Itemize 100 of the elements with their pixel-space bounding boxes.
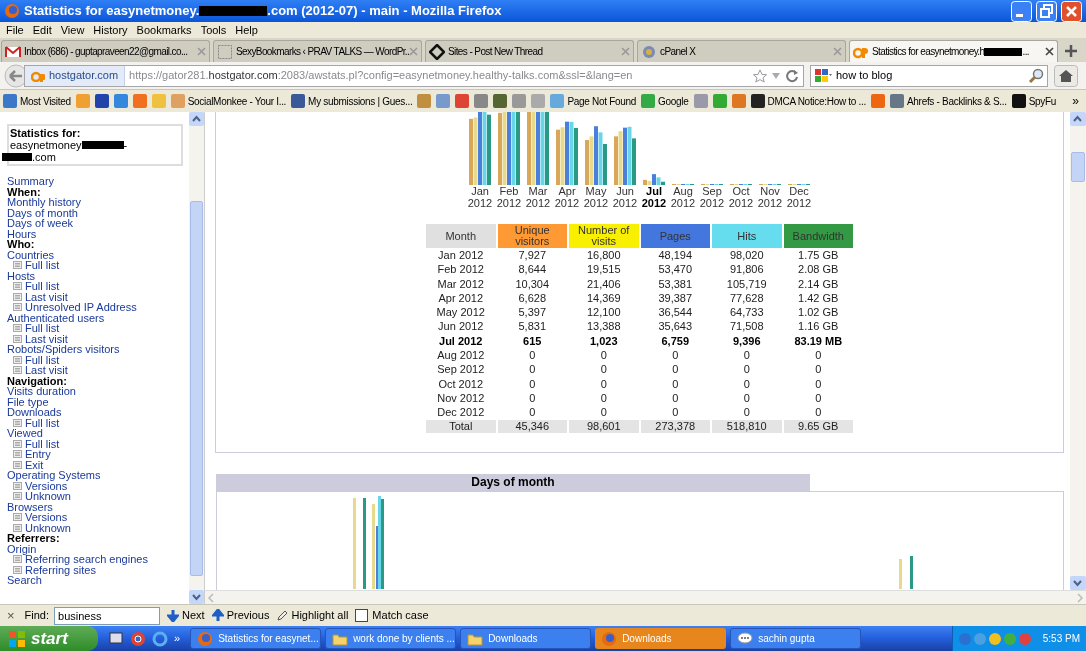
bookmark-item[interactable]: Google	[641, 93, 689, 109]
table-cell: 45,346	[497, 419, 567, 433]
nav-link[interactable]: Summary	[7, 176, 189, 187]
taskbar-button[interactable]: Downloads	[460, 628, 592, 649]
scroll-up-button[interactable]	[189, 112, 204, 126]
list-icon	[13, 481, 22, 490]
search-field[interactable]: how to blog	[810, 64, 1048, 87]
scroll-down-button[interactable]	[1070, 576, 1086, 590]
nav-link[interactable]: Downloads	[7, 407, 189, 418]
nav-link[interactable]: Unresolved IP Address	[25, 302, 137, 313]
find-next-button[interactable]: Next	[167, 607, 205, 624]
nav-link[interactable]: Versions	[25, 480, 68, 491]
nav-link[interactable]: Origin	[7, 543, 189, 554]
browser-tab[interactable]: Inbox (686) - guptapraveen22@gmail.co...	[1, 40, 210, 62]
nav-link[interactable]: Search	[7, 575, 189, 586]
tray-icon[interactable]	[1019, 632, 1031, 645]
taskbar-button[interactable]: Statistics for easynet...	[190, 628, 322, 649]
menu-item[interactable]: Bookmarks	[132, 21, 196, 39]
nav-link[interactable]: Referring sites	[25, 564, 96, 575]
nav-link[interactable]: Operating Systems	[7, 470, 189, 481]
checkbox-label[interactable]: Match case	[372, 607, 429, 624]
nav-link[interactable]: Versions	[25, 512, 68, 523]
nav-link[interactable]: Last visit	[25, 365, 68, 376]
nav-link[interactable]: Full list	[25, 354, 60, 365]
find-previous-button[interactable]: Previous	[211, 607, 270, 624]
browser-icon[interactable]	[152, 630, 168, 647]
menu-item[interactable]: History	[89, 21, 132, 39]
restore-button[interactable]	[1036, 0, 1057, 22]
scrollbar-thumb[interactable]	[190, 201, 203, 576]
desktop-icon[interactable]	[108, 630, 124, 647]
nav-link[interactable]: Full list	[25, 260, 60, 271]
taskbar-button[interactable]: sachin gupta	[730, 628, 862, 649]
bookmark-item[interactable]: SocialMonkee - Your I...	[170, 93, 287, 109]
nav-link[interactable]: Robots/Spiders visitors	[7, 344, 189, 355]
menu-item[interactable]: Help	[231, 21, 262, 39]
bookmark-item[interactable]: My submissions | Gues...	[291, 93, 413, 109]
scrollbar-thumb[interactable]	[1071, 152, 1085, 182]
nav-link[interactable]: Authenticated users	[7, 312, 189, 323]
bookmark-icon[interactable]	[474, 94, 489, 108]
taskbar-button[interactable]: work done by clients ...	[325, 628, 457, 649]
find-highlight-button[interactable]: Highlight all	[276, 607, 349, 624]
nav-link[interactable]: Exit	[25, 459, 44, 470]
nav-link[interactable]: Entry	[25, 449, 51, 460]
bookmark-icon[interactable]	[455, 94, 470, 108]
nav-link[interactable]: Browsers	[7, 501, 189, 512]
table-cell-text: 0	[599, 376, 608, 391]
more-bookmarks-button[interactable]: »	[1068, 92, 1083, 110]
close-button[interactable]	[1061, 0, 1082, 22]
menu-item[interactable]: View	[56, 21, 89, 39]
bookmark-icon[interactable]	[94, 94, 109, 108]
browser-tab[interactable]: SexyBookmarks ‹ PRAV TALKS — WordPr...	[213, 40, 422, 62]
nav-link[interactable]: Last visit	[25, 333, 68, 344]
close-button[interactable]: ×	[6, 605, 16, 626]
dropdown-icon[interactable]	[771, 71, 781, 80]
browser-tab[interactable]: cPanel X	[637, 40, 846, 62]
minimize-button[interactable]	[1011, 0, 1032, 22]
nav-link[interactable]: Hours	[7, 228, 189, 239]
nav-link[interactable]: Hosts	[7, 270, 189, 281]
home-button[interactable]	[1054, 64, 1078, 87]
bookmark-item[interactable]: SpyFu	[1011, 93, 1057, 109]
nav-link[interactable]: Unknown	[25, 491, 71, 502]
reload-icon[interactable]	[785, 68, 799, 83]
menu-item[interactable]: Edit	[28, 21, 56, 39]
nav-link[interactable]: Countries	[7, 249, 189, 260]
nav-link[interactable]: Viewed	[7, 428, 189, 439]
address-bar[interactable]: hostgator.com https://gator281.hostgator.com:2083/awstats.pl?config=easynetmoney.healthy-talks.com&ssl=&lang=en	[24, 64, 804, 87]
tray-icon[interactable]	[989, 632, 1001, 645]
nav-link[interactable]: Monthly history	[7, 197, 189, 208]
nav-link[interactable]: Visits duration	[7, 386, 189, 397]
scroll-down-button[interactable]	[189, 590, 204, 604]
browser-tab[interactable]: Statistics for easynetmoney.h ...	[849, 40, 1058, 62]
menu-item[interactable]: File	[2, 21, 28, 39]
nav-link[interactable]: Full list	[25, 417, 60, 428]
bookmark-item[interactable]: Page Not Found	[550, 93, 637, 109]
nav-link[interactable]: Last visit	[25, 291, 68, 302]
table-cell-text: 0	[814, 405, 823, 420]
star-icon[interactable]	[753, 68, 767, 83]
close-icon[interactable]	[1045, 47, 1054, 56]
bookmark-icon[interactable]	[113, 94, 128, 108]
browser-tab[interactable]: Sites - Post New Thread	[425, 40, 634, 62]
bookmark-item[interactable]: Ahrefs - Backlinks & S...	[889, 93, 1007, 109]
checkbox[interactable]	[355, 609, 369, 622]
nav-link[interactable]: Referring search engines	[25, 554, 148, 565]
nav-link[interactable]: File type	[7, 396, 189, 407]
month-label: Aug	[673, 185, 693, 197]
bookmark-item[interactable]: DMCA Notice:How to ...	[750, 93, 866, 109]
nav-link[interactable]: Days of week	[7, 218, 189, 229]
bookmark-item[interactable]: Most Visited	[3, 93, 71, 109]
menu-item[interactable]: Tools	[196, 21, 231, 39]
nav-link[interactable]: Full list	[25, 438, 60, 449]
tray-icon[interactable]	[959, 632, 971, 645]
nav-link[interactable]: Full list	[25, 281, 60, 292]
nav-link[interactable]: Full list	[25, 323, 60, 334]
nav-link[interactable]: Unknown	[25, 522, 71, 533]
more-button[interactable]: »	[174, 630, 181, 647]
search-icon[interactable]	[1028, 67, 1044, 84]
find-field[interactable]: business	[54, 606, 161, 625]
nav-link[interactable]: Days of month	[7, 207, 189, 218]
scroll-up-button[interactable]	[1070, 112, 1086, 126]
bookmark-icon[interactable]	[493, 94, 508, 108]
